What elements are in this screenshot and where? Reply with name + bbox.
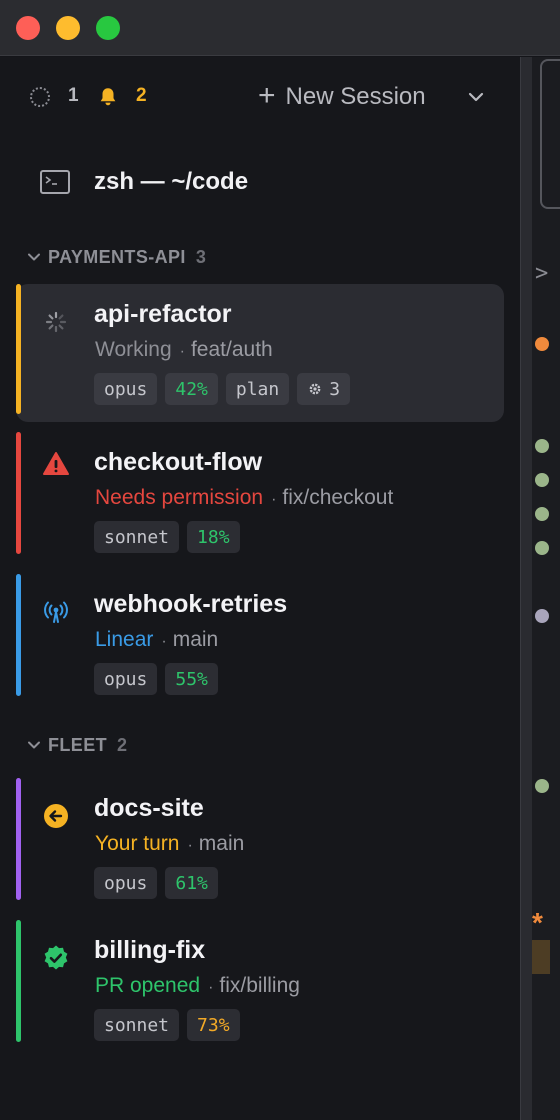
session-branch: fix/checkout bbox=[282, 486, 394, 509]
window-titlebar bbox=[0, 0, 560, 56]
model-chip: opus bbox=[94, 867, 158, 899]
spinner-icon bbox=[45, 311, 67, 333]
timeline-marker[interactable] bbox=[535, 779, 549, 793]
session-branch: main bbox=[172, 628, 219, 651]
session-billing-fix[interactable]: billing-fix PR opened · fix/billing sonnet… bbox=[16, 920, 504, 1058]
asterisk-marker: * bbox=[532, 907, 543, 938]
arrow-left-circle-icon bbox=[44, 804, 68, 828]
minimize-window-button[interactable] bbox=[56, 16, 80, 40]
timeline-marker[interactable] bbox=[535, 337, 549, 351]
bell-icon[interactable] bbox=[97, 86, 119, 108]
pane-resize-handle[interactable] bbox=[520, 57, 532, 1120]
plus-icon: + bbox=[258, 79, 276, 112]
zoom-window-button[interactable] bbox=[96, 16, 120, 40]
session-status-line: Your turn · main bbox=[95, 832, 245, 855]
warning-icon bbox=[43, 452, 69, 475]
session-status: Needs permission bbox=[95, 486, 264, 509]
terminal-session-row[interactable]: zsh — ~/code bbox=[40, 165, 248, 199]
sidebar-topbar: 1 2 + New Session bbox=[0, 77, 520, 117]
session-status-line: Working · feat/auth bbox=[95, 338, 273, 361]
chevron-down-icon bbox=[28, 741, 40, 749]
session-chips: opus 61% bbox=[94, 867, 218, 899]
group-header-fleet[interactable]: FLEET 2 bbox=[26, 733, 127, 757]
cursor-block bbox=[532, 940, 550, 974]
group-name: PAYMENTS-API bbox=[48, 246, 186, 267]
session-name: billing-fix bbox=[94, 936, 206, 964]
timeline-marker[interactable] bbox=[535, 541, 549, 555]
broadcast-icon bbox=[44, 601, 68, 623]
chevron-down-icon[interactable] bbox=[466, 87, 486, 107]
timeline-marker[interactable] bbox=[535, 507, 549, 521]
session-api-refactor[interactable]: api-refactor Working · feat/auth opus 42% … bbox=[16, 284, 504, 422]
session-status-line: Linear · main bbox=[95, 628, 219, 651]
context-usage-chip: 55% bbox=[165, 663, 218, 695]
group-count: 2 bbox=[117, 734, 128, 755]
close-window-button[interactable] bbox=[16, 16, 40, 40]
status-accent-bar bbox=[16, 284, 21, 414]
session-branch: feat/auth bbox=[190, 338, 273, 361]
session-name: checkout-flow bbox=[94, 448, 263, 476]
new-session-label: New Session bbox=[285, 83, 426, 110]
terminal-title: zsh — ~/code bbox=[94, 168, 249, 195]
session-branch: main bbox=[198, 832, 245, 855]
model-chip: sonnet bbox=[94, 1009, 180, 1041]
notifications-count[interactable]: 2 bbox=[136, 85, 147, 107]
chevron-down-icon bbox=[28, 253, 40, 261]
model-chip: opus bbox=[94, 373, 158, 405]
context-usage-chip: 42% bbox=[165, 373, 218, 405]
session-checkout-flow[interactable]: checkout-flow Needs permission · fix/check… bbox=[16, 432, 504, 570]
session-chips: sonnet 73% bbox=[94, 1009, 240, 1041]
status-accent-bar bbox=[16, 574, 21, 696]
pane-card bbox=[540, 59, 560, 209]
status-accent-bar bbox=[16, 778, 21, 900]
session-name: docs-site bbox=[94, 794, 204, 822]
session-branch: fix/billing bbox=[219, 974, 300, 997]
timeline-marker[interactable] bbox=[535, 439, 549, 453]
session-status-line: PR opened · fix/billing bbox=[95, 974, 300, 997]
context-usage-chip: 18% bbox=[187, 521, 240, 553]
session-status: Linear bbox=[95, 628, 154, 651]
session-status: Your turn bbox=[95, 832, 180, 855]
session-chips: opus 55% bbox=[94, 663, 218, 695]
new-session-button[interactable]: + New Session bbox=[258, 79, 426, 115]
status-accent-bar bbox=[16, 920, 21, 1042]
timeline-marker[interactable] bbox=[535, 609, 549, 623]
status-accent-bar bbox=[16, 432, 21, 554]
session-status: PR opened bbox=[95, 974, 201, 997]
prompt-glyph: > bbox=[535, 261, 549, 286]
session-name: webhook-retries bbox=[94, 590, 288, 618]
group-name: FLEET bbox=[48, 734, 107, 755]
mode-chip: plan bbox=[225, 373, 290, 405]
session-chips: opus 42% plan 3 bbox=[94, 373, 351, 405]
running-sessions-icon[interactable] bbox=[30, 87, 50, 107]
session-status-line: Needs permission · fix/checkout bbox=[95, 486, 394, 509]
sessions-sidebar: 1 2 + New Session zsh — ~/code PAYMENTS-… bbox=[0, 57, 520, 1120]
model-chip: opus bbox=[94, 663, 158, 695]
terminal-pane: > * bbox=[532, 57, 560, 1120]
session-name: api-refactor bbox=[94, 300, 232, 328]
verified-check-icon bbox=[44, 945, 68, 970]
group-count: 3 bbox=[195, 246, 206, 267]
group-header-payments-api[interactable]: PAYMENTS-API 3 bbox=[26, 245, 206, 269]
terminal-icon bbox=[40, 170, 70, 194]
context-usage-chip: 73% bbox=[187, 1009, 240, 1041]
gear-icon bbox=[309, 383, 321, 395]
tools-count: 3 bbox=[329, 378, 341, 400]
timeline-marker[interactable] bbox=[535, 473, 549, 487]
session-docs-site[interactable]: docs-site Your turn · main opus 61% bbox=[16, 778, 504, 916]
context-usage-chip: 61% bbox=[165, 867, 218, 899]
tools-chip: 3 bbox=[297, 373, 351, 405]
session-chips: sonnet 18% bbox=[94, 521, 240, 553]
session-status: Working bbox=[95, 338, 172, 361]
model-chip: sonnet bbox=[94, 521, 180, 553]
running-sessions-count[interactable]: 1 bbox=[68, 85, 79, 107]
session-webhook-retries[interactable]: webhook-retries Linear · main opus 55% bbox=[16, 574, 504, 712]
